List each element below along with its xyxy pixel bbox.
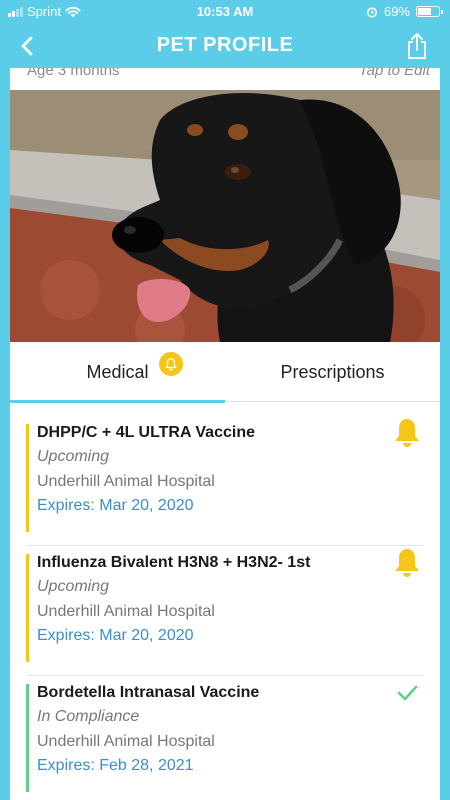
age-row: Age 3 months Tap to Edit <box>10 68 440 88</box>
check-icon <box>397 685 418 701</box>
tab-prescriptions-label: Prescriptions <box>280 362 385 382</box>
record-expiry: Expires: Feb 28, 2021 <box>37 757 194 774</box>
page-title: PET PROFILE <box>156 34 294 56</box>
status-accent-bar <box>26 554 29 662</box>
nav-bar: PET PROFILE <box>0 24 450 68</box>
status-accent-bar <box>26 684 29 792</box>
record-clinic: Underhill Animal Hospital <box>37 473 215 490</box>
record-expiry: Expires: Mar 20, 2020 <box>37 627 194 644</box>
status-right: 69% <box>366 4 443 19</box>
tab-prescriptions[interactable]: Prescriptions <box>225 342 440 402</box>
bell-icon-glyph <box>165 358 177 371</box>
battery-icon <box>416 6 443 17</box>
bell-icon <box>159 352 183 376</box>
list-item[interactable]: Influenza Bivalent H3N8 + H3N2- 1st Upco… <box>26 546 424 676</box>
tab-medical-label: Medical <box>86 362 149 382</box>
record-clinic: Underhill Animal Hospital <box>37 733 215 750</box>
record-name: DHPP/C + 4L ULTRA Vaccine <box>37 424 255 441</box>
tap-to-edit-link[interactable]: Tap to Edit <box>359 68 430 79</box>
tab-medical[interactable]: Medical <box>10 342 225 403</box>
medical-records-list: DHPP/C + 4L ULTRA Vaccine Upcoming Under… <box>10 416 440 800</box>
record-name: Bordetella Intranasal Vaccine <box>37 684 260 701</box>
status-bar: Sprint 10:53 AM 69% <box>0 0 450 24</box>
list-item[interactable]: Bordetella Intranasal Vaccine In Complia… <box>26 676 424 800</box>
share-icon[interactable] <box>404 32 430 60</box>
list-item[interactable]: DHPP/C + 4L ULTRA Vaccine Upcoming Under… <box>26 416 424 546</box>
battery-percent: 69% <box>383 4 410 19</box>
status-accent-bar <box>26 424 29 532</box>
record-name: Influenza Bivalent H3N8 + H3N2- 1st <box>37 554 311 571</box>
pet-photo[interactable] <box>10 90 440 342</box>
profile-tabs: Medical Prescriptions <box>10 342 440 403</box>
record-expiry: Expires: Mar 20, 2020 <box>37 497 194 514</box>
record-clinic: Underhill Animal Hospital <box>37 603 215 620</box>
bell-icon[interactable] <box>390 546 424 580</box>
alarm-icon <box>366 6 378 18</box>
pet-profile-card: Age 3 months Tap to Edit Medical Prescri… <box>10 68 440 800</box>
record-status: In Compliance <box>37 708 140 725</box>
record-status: Upcoming <box>37 578 110 595</box>
record-status: Upcoming <box>37 448 110 465</box>
pet-age: Age 3 months <box>27 68 120 79</box>
bell-icon[interactable] <box>390 416 424 450</box>
active-tab-indicator <box>10 400 225 403</box>
battery-level <box>418 8 432 15</box>
